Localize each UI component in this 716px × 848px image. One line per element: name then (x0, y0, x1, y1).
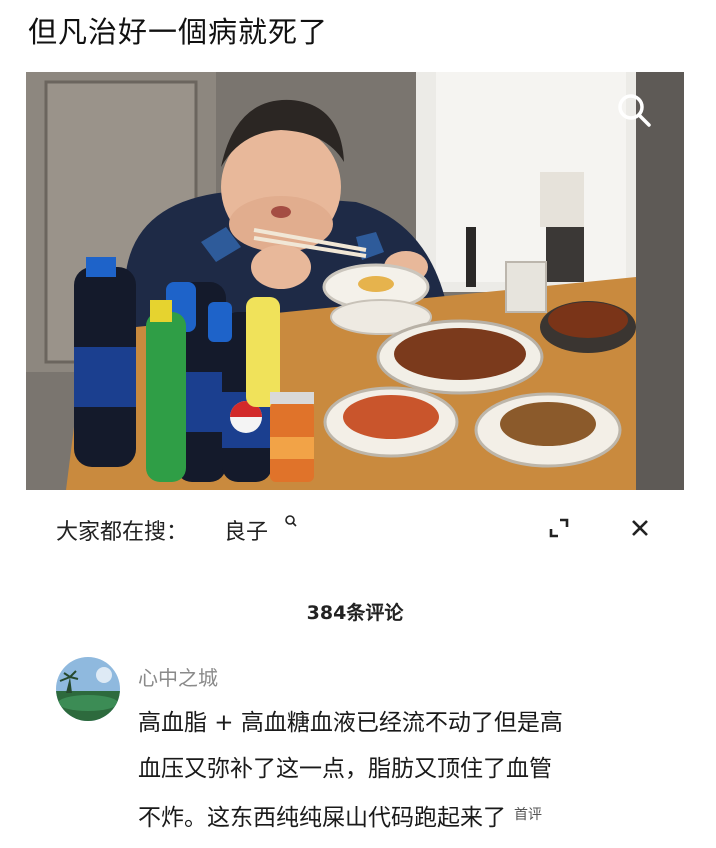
search-suggestion-keyword[interactable]: 良子 (224, 514, 268, 546)
avatar-image (56, 657, 120, 721)
comment-text: 高血脂 + 高血糖血液已经流不动了但是高 血压又弥补了这一点，脂肪又顶住了血管 … (138, 700, 638, 841)
search-suggestion-label: 大家都在搜： (56, 520, 189, 545)
close-icon[interactable] (629, 517, 651, 539)
search-suggestion-bar[interactable]: 大家都在搜： 良子 (26, 490, 684, 568)
comment-count: 384条评论 (306, 602, 404, 624)
mukbang-scene (26, 72, 684, 490)
comment-footer-cutoff (138, 836, 698, 848)
magnifier-icon[interactable] (614, 90, 654, 130)
comment-line: 不炸。这东西纯纯屎山代码跑起来了 首评 (138, 792, 638, 841)
first-comment-badge: 首评 (514, 807, 542, 823)
comment-line: 高血脂 + 高血糖血液已经流不动了但是高 (138, 710, 563, 736)
comment-line: 血压又弥补了这一点，脂肪又顶住了血管 (138, 756, 552, 782)
comment-line-text: 不炸。这东西纯纯屎山代码跑起来了 (138, 805, 506, 831)
comment-username[interactable]: 心中之城 (138, 662, 218, 691)
search-icon (285, 515, 297, 527)
post-image[interactable] (26, 72, 684, 490)
avatar[interactable] (56, 657, 120, 721)
post-title: 但凡治好一個病就死了 (28, 15, 329, 49)
expand-icon[interactable] (548, 517, 570, 539)
